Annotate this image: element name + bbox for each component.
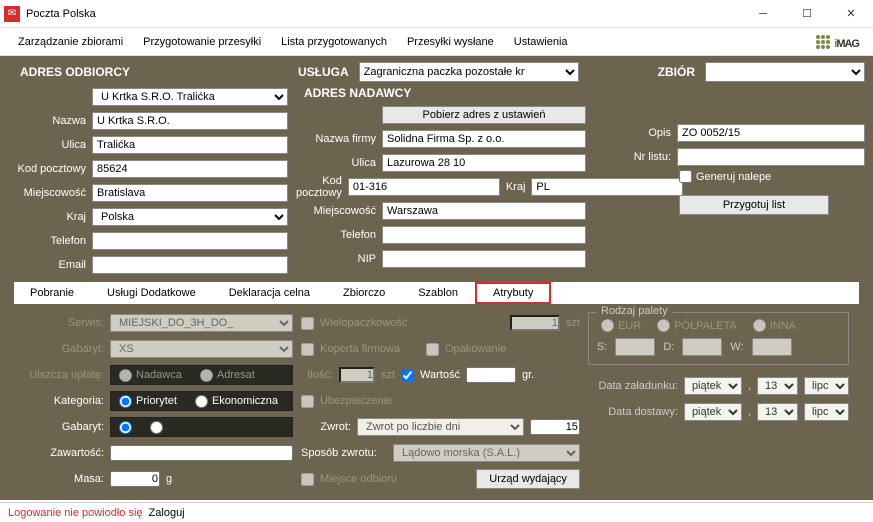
- status-bar: Logowanie nie powiodło się Zaloguj: [0, 502, 873, 522]
- zbior-select[interactable]: [705, 62, 865, 82]
- tab-pobranie[interactable]: Pobranie: [14, 284, 91, 302]
- zawartosc-input[interactable]: [110, 445, 293, 461]
- nadawca-ulica[interactable]: [382, 154, 586, 172]
- wielo-checkbox: [301, 317, 314, 330]
- urzad-button[interactable]: Urząd wydający: [476, 469, 580, 489]
- masa-input[interactable]: [110, 471, 160, 487]
- section-usluga: USŁUGA: [298, 65, 349, 79]
- sposob-select[interactable]: Lądowo morska (S.A.L.): [393, 444, 580, 462]
- status-error: Logowanie nie powiodło się: [8, 507, 143, 519]
- titlebar: ✉ Poczta Polska ─ ☐ ✕: [0, 0, 873, 28]
- menu-przygotowanie[interactable]: Przygotowanie przesyłki: [133, 32, 271, 52]
- odbiorca-nazwa[interactable]: [92, 112, 288, 130]
- wartosc-checkbox[interactable]: [401, 369, 414, 382]
- odbiorca-email[interactable]: [92, 256, 288, 274]
- menu-lista[interactable]: Lista przygotowanych: [271, 32, 397, 52]
- ubezp-checkbox: [301, 395, 314, 408]
- nadawca-firma[interactable]: [382, 130, 586, 148]
- zbior-opis[interactable]: [677, 124, 865, 142]
- panel-zbior: Opis Nr listu: Generuj nalepe Przygotuj …: [615, 86, 865, 276]
- paleta-s: [615, 338, 655, 356]
- koperta-checkbox: [301, 343, 314, 356]
- paleta-w: [752, 338, 792, 356]
- pobierz-adres-button[interactable]: Pobierz adres z ustawień: [382, 106, 586, 124]
- odbiorca-telefon[interactable]: [92, 232, 288, 250]
- serwis-select[interactable]: MIEJSKI_DO_3H_DO_: [110, 314, 293, 332]
- panel-odbiorca: U Krtka S.R.O. Tralićka Nazwa Ulica Kod …: [8, 86, 288, 276]
- nadawca-kod[interactable]: [348, 178, 500, 196]
- kategoria-priorytet[interactable]: [119, 395, 132, 408]
- maximize-button[interactable]: ☐: [785, 0, 829, 28]
- menubar: Zarządzanie zbiorami Przygotowanie przes…: [0, 28, 873, 56]
- section-zbior: ZBIÓR: [658, 65, 695, 79]
- section-odbiorcy: ADRES ODBIORCY: [8, 65, 288, 79]
- tabs: Pobranie Usługi Dodatkowe Deklaracja cel…: [14, 282, 859, 304]
- opakowanie-checkbox: [426, 343, 439, 356]
- nadawca-nip[interactable]: [382, 250, 586, 268]
- menu-wyslane[interactable]: Przesyłki wysłane: [397, 32, 504, 52]
- zaladunek-month[interactable]: lipc: [804, 377, 849, 395]
- dostawa-num[interactable]: 13: [757, 403, 798, 421]
- paleta-polpaleta: [657, 319, 670, 332]
- window-title: Poczta Polska: [26, 8, 741, 20]
- wielo-value: [510, 315, 560, 331]
- odbiorca-lookup[interactable]: U Krtka S.R.O. Tralićka: [92, 88, 288, 106]
- gabaryt-group: [110, 417, 293, 437]
- tab-atrybuty[interactable]: Atrybuty: [475, 282, 551, 304]
- kategoria-ekonomiczna[interactable]: [195, 395, 208, 408]
- logo: iMAG: [816, 31, 859, 52]
- close-button[interactable]: ✕: [829, 0, 873, 28]
- tab-uslugi[interactable]: Usługi Dodatkowe: [91, 284, 213, 302]
- uiszcza-nadawca: [119, 369, 132, 382]
- tab-deklaracja[interactable]: Deklaracja celna: [213, 284, 327, 302]
- tab-szablon[interactable]: Szablon: [402, 284, 475, 302]
- odbiorca-kraj[interactable]: Polska: [92, 208, 288, 226]
- rodzaj-palety-fieldset: Rodzaj palety EUR PÓŁPALETA INNA S: D: W…: [588, 312, 849, 365]
- paleta-eur: [601, 319, 614, 332]
- wartosc-value[interactable]: [466, 367, 516, 383]
- zaladunek-num[interactable]: 13: [757, 377, 798, 395]
- ilosc-value: [339, 367, 375, 383]
- minimize-button[interactable]: ─: [741, 0, 785, 28]
- nadawca-miejscowosc[interactable]: [382, 202, 586, 220]
- gabaryt-a[interactable]: [119, 421, 132, 434]
- odbiorca-miejscowosc[interactable]: [92, 184, 288, 202]
- miejsce-checkbox: [301, 473, 314, 486]
- odbiorca-kod[interactable]: [92, 160, 288, 178]
- dostawa-day[interactable]: piątek: [684, 403, 742, 421]
- zwrot-days[interactable]: [530, 419, 580, 435]
- atrybuty-panel: Serwis:MIEJSKI_DO_3H_DO_ Gabaryt:XS Uisz…: [14, 304, 859, 498]
- main-panel: ADRES ODBIORCY USŁUGA Zagraniczna paczka…: [0, 56, 873, 500]
- tab-zbiorczo[interactable]: Zbiorczo: [327, 284, 402, 302]
- menu-zarzadzanie[interactable]: Zarządzanie zbiorami: [8, 32, 133, 52]
- panel-nadawca: ADRES NADAWCY Pobierz adres z ustawień N…: [296, 86, 586, 276]
- menu-ustawienia[interactable]: Ustawienia: [504, 32, 578, 52]
- kategoria-group: Priorytet Ekonomiczna: [110, 391, 293, 411]
- gabaryt-b[interactable]: [150, 421, 163, 434]
- login-link[interactable]: Zaloguj: [149, 507, 185, 519]
- section-nadawcy: ADRES NADAWCY: [296, 86, 586, 100]
- zwrot-select[interactable]: Zwrot po liczbie dni: [357, 418, 524, 436]
- zaladunek-day[interactable]: piątek: [684, 377, 742, 395]
- usluga-select[interactable]: Zagraniczna paczka pozostałe kr: [359, 62, 579, 82]
- app-icon: ✉: [4, 6, 20, 22]
- uiszcza-group: Nadawca Adresat: [110, 365, 293, 385]
- uiszcza-adresat: [200, 369, 213, 382]
- paleta-d: [682, 338, 722, 356]
- przygotuj-list-button[interactable]: Przygotuj list: [679, 195, 829, 215]
- paleta-inna: [753, 319, 766, 332]
- generuj-nalepe-checkbox[interactable]: [679, 170, 692, 183]
- dostawa-month[interactable]: lipc: [804, 403, 849, 421]
- zbior-nrlistu[interactable]: [677, 148, 865, 166]
- odbiorca-ulica[interactable]: [92, 136, 288, 154]
- nadawca-telefon[interactable]: [382, 226, 586, 244]
- gabaryt-select[interactable]: XS: [110, 340, 293, 358]
